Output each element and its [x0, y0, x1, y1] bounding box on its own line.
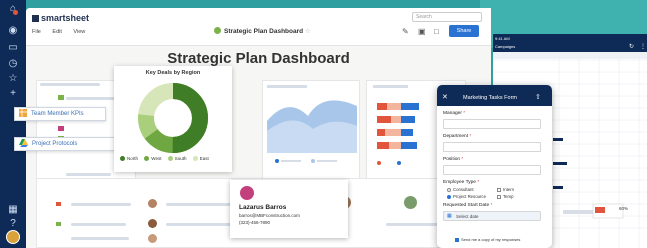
gantt-header: 9:41 AM Campaigns ↻ ⋮: [493, 34, 647, 52]
notifications-icon[interactable]: ◉: [6, 25, 20, 37]
sheet-title-text: Strategic Plan Dashboard: [224, 28, 304, 35]
contact-card[interactable]: Lazarus Barros barros@MBFconstruction.co…: [230, 180, 348, 238]
user-avatar[interactable]: [6, 230, 20, 244]
field-label-department: Department *: [443, 134, 472, 139]
menu-view[interactable]: View: [73, 29, 85, 35]
field-label-position: Position *: [443, 157, 464, 162]
close-icon[interactable]: ✕: [442, 93, 448, 101]
menu-edit[interactable]: Edit: [52, 29, 61, 35]
placeholder-line: [166, 223, 231, 226]
team-member-avatar: [148, 219, 157, 228]
comments-icon[interactable]: □: [434, 27, 439, 36]
search-placeholder: Search: [416, 14, 432, 20]
team-member-avatar: [148, 234, 157, 243]
status-swatch: [58, 95, 64, 100]
recents-icon[interactable]: ◷: [6, 58, 20, 70]
chart-legend: North West South East: [120, 156, 230, 161]
legend-item-west: West: [144, 156, 161, 161]
kpi-link-label: Project Protocols: [32, 141, 78, 147]
status-swatch: [58, 126, 64, 131]
gantt-bar: [553, 162, 567, 165]
placeholder-line: [66, 173, 111, 176]
dashboard-title: Strategic Plan Dashboard: [167, 50, 350, 67]
form-header: ✕ Marketing Tasks Form ⇧: [437, 85, 552, 106]
send-copy-checkbox[interactable]: Send me a copy of my responses: [455, 237, 520, 242]
kpi-link-label: Team Member KPIs: [31, 111, 84, 117]
form-title: Marketing Tasks Form: [463, 95, 517, 101]
search-input[interactable]: Search: [412, 12, 482, 22]
edit-pencil-icon[interactable]: ✎: [402, 27, 409, 36]
legend-item-east: East: [192, 156, 209, 161]
gantt-label: Campaigns: [495, 44, 516, 49]
gantt-bar: [563, 210, 593, 214]
placeholder-line: [66, 97, 116, 100]
position-input[interactable]: [443, 165, 541, 175]
new-item-icon[interactable]: +: [6, 88, 20, 100]
gantt-bar: [553, 186, 563, 189]
mobile-form: ✕ Marketing Tasks Form ⇧ Manager * Depar…: [437, 85, 552, 248]
department-input[interactable]: [443, 142, 541, 152]
area-chart: [267, 85, 357, 163]
option-consultant[interactable]: Consultant: [447, 187, 474, 192]
team-member-avatar: [404, 196, 417, 209]
calendar-icon: ▦: [447, 213, 452, 219]
field-label-manager: Manager *: [443, 111, 466, 116]
legend-item-north: North: [120, 156, 138, 161]
dashboard-icon: [214, 27, 221, 34]
gantt-bar: [553, 138, 563, 141]
cloud-drive-icon: [19, 139, 28, 153]
contact-photo: [239, 185, 255, 201]
menu-file[interactable]: File: [32, 29, 41, 35]
team-member-avatar: [148, 199, 157, 208]
browse-icon[interactable]: ▭: [6, 42, 20, 54]
star-icon[interactable]: ☆: [305, 28, 311, 35]
gantt-popup-value: 60%: [619, 206, 629, 211]
menu-bar: File Edit View: [32, 29, 95, 35]
flag-icon: [56, 202, 61, 206]
option-temp[interactable]: Temp: [497, 194, 514, 199]
contact-phone[interactable]: (323)-456-7890: [239, 220, 270, 225]
date-placeholder: Select date: [456, 214, 479, 219]
top-bar: smartsheet File Edit View Strategic Plan…: [26, 8, 491, 46]
field-label-employee-type: Employee Type *: [443, 180, 480, 185]
notification-badge: [13, 10, 18, 15]
start-date-picker[interactable]: ▦ Select date: [443, 211, 541, 221]
refresh-icon[interactable]: ↻: [629, 43, 634, 50]
share-button[interactable]: Share: [449, 25, 479, 37]
key-deals-chart-card: Key Deals by Region North West South Eas…: [114, 66, 232, 172]
placeholder-line: [71, 203, 131, 206]
brand-name: smartsheet: [41, 13, 90, 23]
legend-item-south: South: [167, 156, 186, 161]
contact-name: Lazarus Barros: [239, 204, 287, 211]
status-time: 9:41 AM: [495, 36, 510, 41]
option-intern[interactable]: Intern: [497, 187, 514, 192]
share-icon[interactable]: ⇧: [535, 93, 541, 101]
brand-logo[interactable]: smartsheet: [32, 13, 89, 23]
field-label-start-date: Requested Start Date *: [443, 203, 493, 208]
contact-email[interactable]: barros@MBFconstruction.com: [239, 213, 300, 218]
flag-icon: [56, 222, 61, 226]
present-icon[interactable]: ▣: [418, 27, 426, 36]
placeholder-line: [166, 203, 236, 206]
kpi-link-team-members[interactable]: Team Member KPIs: [14, 107, 106, 121]
favorites-icon[interactable]: ☆: [6, 73, 20, 85]
sheet-title: Strategic Plan Dashboard ☆: [214, 27, 311, 35]
more-icon[interactable]: ⋮: [640, 43, 646, 50]
help-icon[interactable]: ?: [6, 218, 20, 230]
placeholder-line: [40, 83, 100, 86]
share-label: Share: [456, 28, 472, 34]
donut-chart: [138, 83, 208, 153]
apps-icon[interactable]: ▦: [6, 204, 20, 216]
smartsheet-logo-icon: [32, 15, 39, 22]
sheet-icon: [19, 109, 27, 123]
placeholder-line: [71, 223, 126, 226]
placeholder-line: [71, 237, 129, 240]
manager-input[interactable]: [443, 119, 541, 129]
option-project-resource[interactable]: Project Resource: [447, 194, 486, 199]
area-chart-widget: [262, 80, 360, 180]
left-navigation-rail: ⌂ ◉ ▭ ◷ ☆ + ▦ ?: [0, 0, 26, 248]
